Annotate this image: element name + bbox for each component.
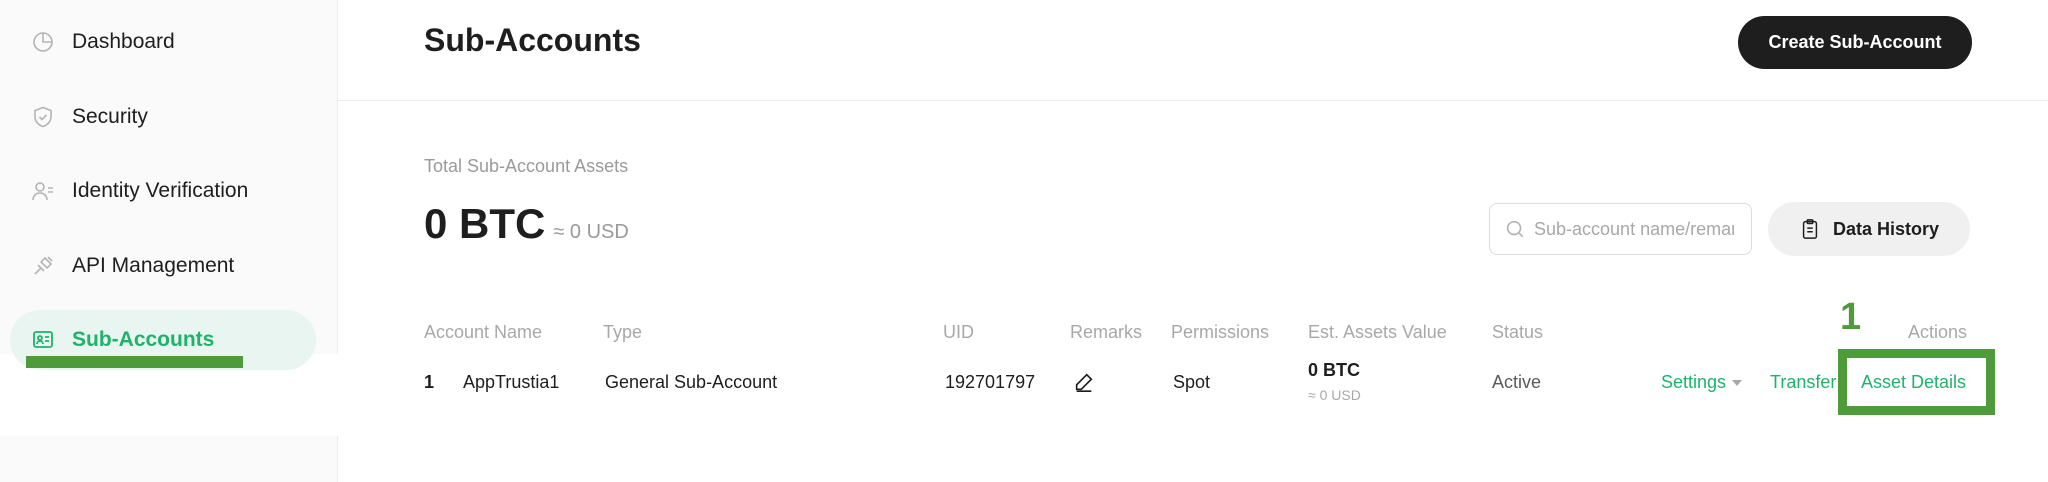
total-assets-value: 0 BTC ≈ 0 USD: [424, 200, 629, 248]
sidebar-item-label: Sub-Accounts: [72, 328, 215, 351]
account-name: AppTrustia1: [463, 372, 560, 392]
settings-label: Settings: [1661, 372, 1727, 392]
search-box[interactable]: [1489, 203, 1752, 255]
settings-dropdown[interactable]: Settings: [1661, 372, 1743, 393]
account-type: General Sub-Account: [605, 372, 778, 392]
column-header-account-name: Account Name: [424, 322, 543, 342]
caret-down-icon: [1732, 380, 1743, 387]
status-badge: Active: [1492, 372, 1542, 392]
total-assets-btc: 0 BTC: [424, 200, 546, 247]
sidebar-item-label: API Management: [72, 254, 235, 277]
page-header: Sub-Accounts Create Sub-Account: [338, 0, 2048, 101]
sidebar-item-identity-verification[interactable]: Identity Verification: [10, 161, 316, 221]
transfer-link[interactable]: Transfer: [1770, 372, 1842, 393]
total-assets-label: Total Sub-Account Assets: [424, 156, 629, 176]
column-header-permissions: Permissions: [1171, 322, 1270, 342]
annotation-highlight-box: [1838, 349, 1995, 415]
search-input[interactable]: [1534, 218, 1734, 240]
page-title: Sub-Accounts: [424, 22, 641, 58]
data-history-label: Data History: [1832, 218, 1940, 239]
sidebar-item-dashboard[interactable]: Dashboard: [10, 12, 316, 72]
sidebar: Dashboard Security Identity Verification…: [0, 0, 340, 482]
sidebar-item-security[interactable]: Security: [10, 87, 316, 147]
sidebar-item-label: Identity Verification: [72, 179, 249, 202]
assets-usd: ≈ 0 USD: [1308, 387, 1361, 403]
account-permissions: Spot: [1173, 372, 1211, 392]
column-header-remarks: Remarks: [1070, 322, 1143, 342]
column-header-status: Status: [1492, 322, 1544, 342]
column-header-type: Type: [603, 322, 643, 342]
total-assets-usd: ≈ 0 USD: [553, 221, 629, 243]
column-header-est-assets-value: Est. Assets Value: [1308, 322, 1447, 342]
sidebar-item-api-management[interactable]: API Management: [10, 236, 316, 296]
annotation-step-number: 1: [1840, 296, 1862, 338]
user-id-icon: [30, 178, 56, 204]
edit-remarks-icon[interactable]: [1073, 370, 1095, 394]
search-icon: [1506, 220, 1524, 238]
plug-icon: [30, 253, 56, 279]
data-history-button[interactable]: Data History: [1768, 202, 1970, 256]
column-header-actions: Actions: [1908, 322, 1968, 342]
assets-btc: 0 BTC: [1308, 360, 1361, 380]
clipboard-icon: [1802, 219, 1818, 239]
column-header-uid: UID: [943, 322, 974, 342]
create-sub-account-button[interactable]: Create Sub-Account: [1738, 16, 1972, 69]
annotation-underline: [26, 356, 243, 368]
sub-accounts-icon: [30, 327, 56, 353]
row-index: 1: [424, 372, 435, 392]
sidebar-item-label: Dashboard: [72, 30, 175, 53]
shield-icon: [30, 104, 56, 130]
dashboard-icon: [30, 29, 56, 55]
sidebar-item-label: Security: [72, 105, 148, 128]
account-uid: 192701797: [945, 372, 1036, 392]
